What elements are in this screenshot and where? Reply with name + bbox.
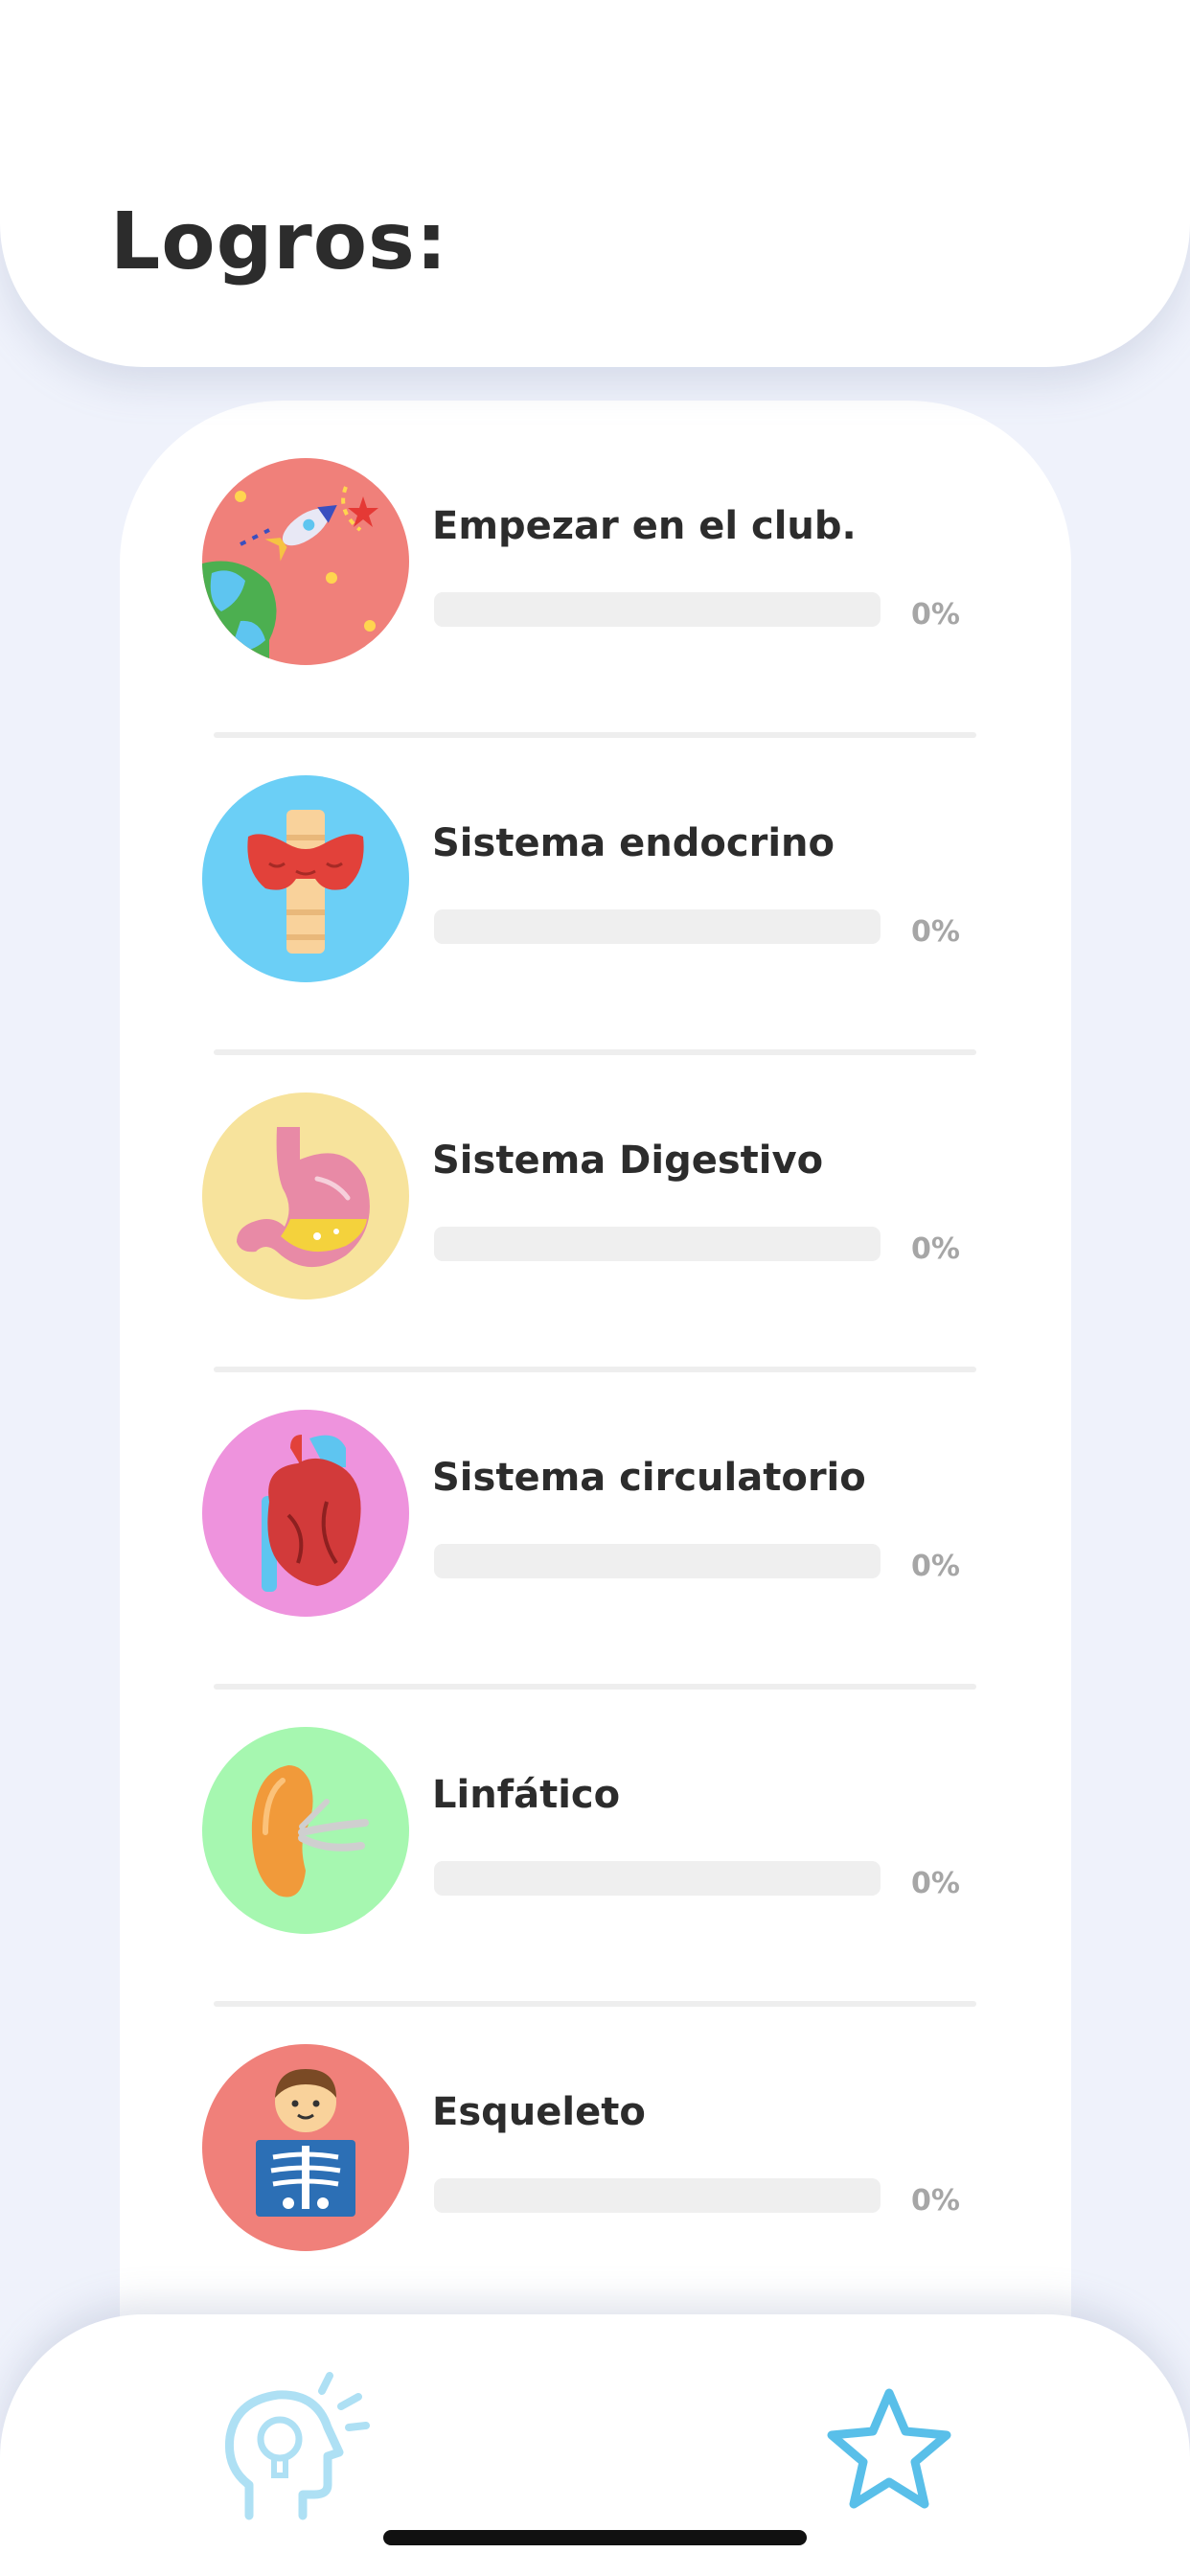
achievement-row-linfatico[interactable]: Linfático 0% — [120, 1669, 1071, 2007]
star-icon — [827, 2388, 951, 2509]
achievement-row-empezar[interactable]: Empezar en el club. 0% — [120, 401, 1071, 738]
progress-bar — [434, 2178, 881, 2213]
achievement-title: Empezar en el club. — [432, 504, 857, 548]
progress-percent: 0% — [911, 1232, 960, 1266]
achievements-list: Empezar en el club. 0% Sistema endocrino… — [120, 401, 1071, 2557]
progress-percent: 0% — [911, 2184, 960, 2218]
achievement-title: Sistema endocrino — [432, 821, 835, 865]
skeleton-xray-icon — [202, 2044, 409, 2251]
achievement-title: Sistema circulatorio — [432, 1456, 866, 1500]
achievement-title: Esqueleto — [432, 2090, 646, 2134]
header: Logros: — [0, 0, 1190, 367]
progress-bar — [434, 909, 881, 944]
progress-bar — [434, 1544, 881, 1578]
lymph-node-icon — [202, 1727, 409, 1934]
achievement-row-esqueleto[interactable]: Esqueleto 0% — [120, 1987, 1071, 2304]
achievements-screen: Logros: Empezar en el club. 0% Sistema e… — [0, 0, 1190, 2576]
achievement-row-endocrino[interactable]: Sistema endocrino 0% — [120, 718, 1071, 1055]
achievement-title: Linfático — [432, 1773, 621, 1817]
achievement-row-circulatorio[interactable]: Sistema circulatorio 0% — [120, 1352, 1071, 1690]
heart-icon — [202, 1410, 409, 1617]
stomach-icon — [202, 1092, 409, 1300]
progress-percent: 0% — [911, 1867, 960, 1900]
head-idea-icon — [224, 2372, 370, 2520]
space-rocket-globe-icon — [202, 458, 409, 665]
thyroid-icon — [202, 775, 409, 982]
progress-percent: 0% — [911, 1550, 960, 1583]
home-indicator — [383, 2530, 807, 2545]
tab-achievements[interactable] — [824, 2385, 954, 2516]
achievement-title: Sistema Digestivo — [432, 1138, 824, 1183]
progress-bar — [434, 1227, 881, 1261]
progress-percent: 0% — [911, 598, 960, 632]
tab-learn[interactable] — [220, 2372, 374, 2535]
achievement-row-digestivo[interactable]: Sistema Digestivo 0% — [120, 1035, 1071, 1372]
progress-percent: 0% — [911, 915, 960, 949]
page-title: Logros: — [110, 196, 448, 288]
progress-bar — [434, 592, 881, 627]
progress-bar — [434, 1861, 881, 1896]
